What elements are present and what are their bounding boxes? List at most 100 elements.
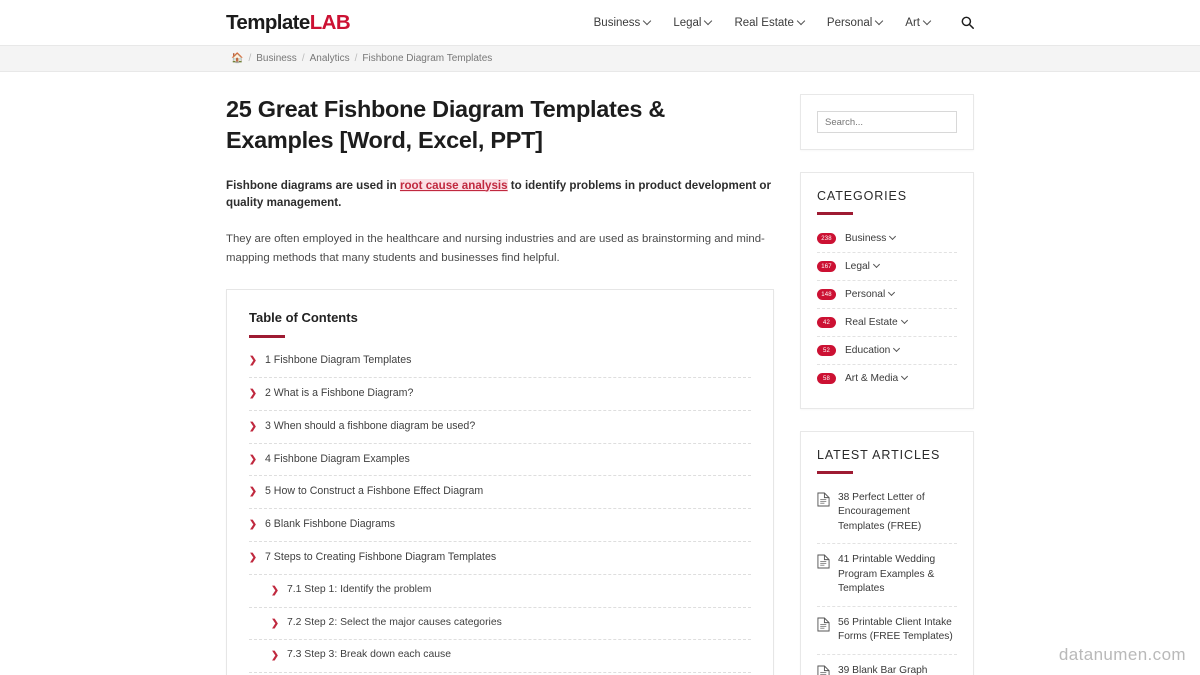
nav-label: Real Estate xyxy=(734,16,794,29)
main-navigation: Business Legal Real Estate Personal Art xyxy=(594,16,974,29)
toc-item[interactable]: ❯ 2 What is a Fishbone Diagram? xyxy=(249,377,751,410)
chevron-right-icon: ❯ xyxy=(249,388,257,400)
toc-item-label: 4 Fishbone Diagram Examples xyxy=(264,452,410,465)
breadcrumb-item-current: Fishbone Diagram Templates xyxy=(362,53,493,64)
category-label: Business xyxy=(845,233,897,244)
category-item-real-estate[interactable]: 42 Real Estate xyxy=(817,308,957,336)
category-label: Legal xyxy=(845,261,881,272)
logo-text-accent: LAB xyxy=(309,10,351,34)
breadcrumb-separator: / xyxy=(354,53,358,64)
chevron-right-icon: ❯ xyxy=(249,355,257,367)
toc-item[interactable]: ❯ 5 How to Construct a Fishbone Effect D… xyxy=(249,475,751,508)
list-item[interactable]: 38 Perfect Letter of Encouragement Templ… xyxy=(817,488,957,543)
breadcrumb-item-analytics[interactable]: Analytics xyxy=(310,53,350,64)
nav-label: Art xyxy=(905,16,920,29)
list-item[interactable]: 56 Printable Client Intake Forms (FREE T… xyxy=(817,605,957,654)
site-logo[interactable]: TemplateLAB xyxy=(226,10,351,35)
chevron-down-icon xyxy=(798,18,805,25)
category-name: Personal xyxy=(845,289,886,300)
toc-subitem[interactable]: ❯ 7.1 Step 1: Identify the problem xyxy=(249,573,751,607)
chevron-down-icon xyxy=(890,234,897,241)
category-count-badge: 58 xyxy=(817,373,836,384)
toc-item[interactable]: ❯ 6 Blank Fishbone Diagrams xyxy=(249,508,751,541)
latest-articles-widget: LATEST ARTICLES 38 Perfect Letter of Enc… xyxy=(800,431,974,675)
lead-text-before: Fishbone diagrams are used in xyxy=(226,178,400,192)
article-title: 56 Printable Client Intake Forms (FREE T… xyxy=(838,616,953,643)
table-of-contents: Table of Contents ❯ 1 Fishbone Diagram T… xyxy=(226,289,774,675)
category-label: Education xyxy=(845,345,901,356)
sidebar: CATEGORIES 238 Business 167 Legal xyxy=(800,72,974,675)
chevron-down-icon xyxy=(644,18,651,25)
toc-item[interactable]: ❯ 7 Steps to Creating Fishbone Diagram T… xyxy=(249,540,751,574)
article-title: 39 Blank Bar Graph Templates [Bar Graph … xyxy=(838,664,928,675)
article-lead: Fishbone diagrams are used in root cause… xyxy=(226,177,774,213)
search-icon[interactable] xyxy=(961,16,974,29)
toc-item[interactable]: ❯ 3 When should a fishbone diagram be us… xyxy=(249,409,751,443)
nav-item-art[interactable]: Art xyxy=(905,17,931,29)
list-item[interactable]: 39 Blank Bar Graph Templates [Bar Graph … xyxy=(817,653,957,675)
chevron-down-icon xyxy=(902,318,909,325)
root-cause-analysis-link[interactable]: root cause analysis xyxy=(399,178,508,192)
breadcrumb: 🏠 / Business / Analytics / Fishbone Diag… xyxy=(231,53,492,64)
categories-list: 238 Business 167 Legal 148 Personal 42 R… xyxy=(817,229,957,392)
page-title: 25 Great Fishbone Diagram Templates & Ex… xyxy=(226,96,666,154)
category-name: Legal xyxy=(845,261,870,272)
toc-item-label: 7.2 Step 2: Select the major causes cate… xyxy=(286,616,502,628)
chevron-down-icon xyxy=(924,18,931,25)
category-count-badge: 52 xyxy=(817,345,836,356)
toc-item-label: 1 Fishbone Diagram Templates xyxy=(264,354,412,367)
categories-widget: CATEGORIES 238 Business 167 Legal 148 Pe… xyxy=(800,172,974,409)
category-label: Real Estate xyxy=(845,317,909,328)
list-item[interactable]: 41 Printable Wedding Program Examples & … xyxy=(817,543,957,605)
category-name: Real Estate xyxy=(845,317,898,328)
toc-item-label: 7 Steps to Creating Fishbone Diagram Tem… xyxy=(264,550,497,563)
document-icon xyxy=(817,665,830,675)
nav-item-legal[interactable]: Legal xyxy=(673,17,712,29)
category-label: Personal xyxy=(845,289,896,300)
category-name: Business xyxy=(845,233,887,244)
toc-subitem[interactable]: ❯ 7.3 Step 3: Break down each cause xyxy=(249,639,751,672)
chevron-right-icon: ❯ xyxy=(249,453,257,465)
chevron-down-icon xyxy=(876,18,883,25)
chevron-right-icon: ❯ xyxy=(249,551,257,563)
search-input[interactable] xyxy=(817,111,957,133)
nav-label: Personal xyxy=(826,16,873,29)
category-item-business[interactable]: 238 Business xyxy=(817,229,957,252)
main-content: 25 Great Fishbone Diagram Templates & Ex… xyxy=(226,72,774,675)
search-widget xyxy=(800,94,974,150)
chevron-down-icon xyxy=(705,18,712,25)
category-label: Art & Media xyxy=(845,373,909,384)
category-item-art-media[interactable]: 58 Art & Media xyxy=(817,364,957,392)
page-layout: 25 Great Fishbone Diagram Templates & Ex… xyxy=(0,72,1200,675)
chevron-right-icon: ❯ xyxy=(271,584,279,596)
home-icon[interactable]: 🏠 xyxy=(231,53,243,64)
site-header: TemplateLAB Business Legal Real Estate P… xyxy=(0,0,1200,45)
breadcrumb-separator: / xyxy=(301,53,305,64)
nav-item-business[interactable]: Business xyxy=(594,17,652,29)
toc-title: Table of Contents xyxy=(249,310,358,326)
document-icon xyxy=(817,492,830,512)
category-name: Education xyxy=(845,345,891,356)
category-item-personal[interactable]: 148 Personal xyxy=(817,280,957,308)
toc-list: ❯ 1 Fishbone Diagram Templates ❯ 2 What … xyxy=(249,352,751,675)
toc-item[interactable]: ❯ 4 Fishbone Diagram Examples xyxy=(249,442,751,476)
toc-item-label: 3 When should a fishbone diagram be used… xyxy=(264,419,476,432)
chevron-down-icon xyxy=(889,290,896,297)
watermark: datanumen.com xyxy=(1058,645,1186,664)
toc-subitem[interactable]: ❯ 7.2 Step 2: Select the major causes ca… xyxy=(249,606,751,640)
accent-divider xyxy=(249,335,285,339)
chevron-right-icon: ❯ xyxy=(249,420,257,432)
nav-item-real-estate[interactable]: Real Estate xyxy=(734,17,804,29)
chevron-right-icon: ❯ xyxy=(249,486,257,498)
category-name: Art & Media xyxy=(845,373,899,384)
chevron-down-icon xyxy=(902,374,909,381)
nav-item-personal[interactable]: Personal xyxy=(827,17,883,29)
toc-item-label: 7.3 Step 3: Break down each cause xyxy=(286,649,452,661)
category-item-legal[interactable]: 167 Legal xyxy=(817,252,957,280)
breadcrumb-item-business[interactable]: Business xyxy=(256,53,297,64)
category-item-education[interactable]: 52 Education xyxy=(817,336,957,364)
article-title: 38 Perfect Letter of Encouragement Templ… xyxy=(838,492,925,532)
toc-item[interactable]: ❯ 1 Fishbone Diagram Templates xyxy=(249,352,751,377)
article-title: 41 Printable Wedding Program Examples & … xyxy=(838,554,936,595)
latest-articles-list: 38 Perfect Letter of Encouragement Templ… xyxy=(817,488,957,675)
